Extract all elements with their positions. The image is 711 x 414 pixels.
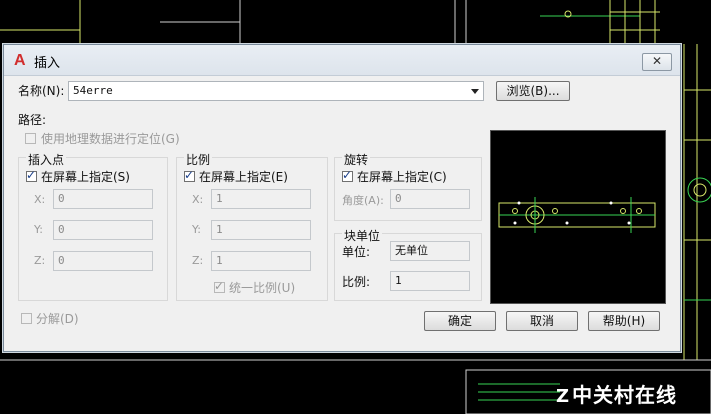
insertion-y-input[interactable]: 0 [53, 220, 153, 240]
block-name-combobox[interactable]: 54erre [68, 81, 484, 101]
help-button[interactable]: 帮助(H) [588, 311, 660, 331]
unit-value: 无单位 [390, 241, 470, 261]
rotation-specify-label: 在屏幕上指定(C) [357, 170, 447, 184]
cancel-button[interactable]: 取消 [506, 311, 578, 331]
insertion-specify-checkbox[interactable] [26, 168, 37, 182]
chevron-down-icon[interactable] [471, 89, 479, 94]
geo-location-label: 使用地理数据进行定位(G) [41, 132, 180, 146]
ok-button[interactable]: 确定 [424, 311, 496, 331]
rotation-angle-label: 角度(A): [342, 194, 384, 207]
scale-x-input[interactable]: 1 [211, 189, 311, 209]
explode-checkbox[interactable] [21, 313, 32, 324]
dialog-titlebar[interactable]: A 插入 ✕ [4, 45, 680, 76]
rotation-specify-checkbox[interactable] [342, 168, 353, 182]
factor-label: 比例: [342, 275, 371, 289]
geo-location-checkbox[interactable] [25, 133, 36, 144]
scale-z-input[interactable]: 1 [211, 251, 311, 271]
scale-z-label: Z: [192, 254, 204, 267]
insertion-specify-label: 在屏幕上指定(S) [41, 170, 130, 184]
rotation-angle-input[interactable]: 0 [390, 189, 470, 209]
insertion-x-input[interactable]: 0 [53, 189, 153, 209]
block-preview [490, 130, 666, 304]
scale-y-label: Y: [192, 223, 201, 236]
explode-label: 分解(D) [36, 312, 79, 326]
insertion-z-input[interactable]: 0 [53, 251, 153, 271]
rotation-title: 旋转 [342, 151, 371, 168]
block-name-value: 54erre [73, 84, 113, 97]
scale-specify-label: 在屏幕上指定(E) [199, 170, 288, 184]
insert-dialog: A 插入 ✕ 名称(N): 54erre 浏览(B)... 路径: 使用地理数据… [3, 44, 681, 352]
watermark-text: 中关村在线 [572, 383, 678, 407]
uniform-scale-checkbox[interactable] [214, 279, 225, 293]
unit-label: 单位: [342, 245, 371, 259]
browse-button[interactable]: 浏览(B)... [496, 81, 570, 101]
uniform-scale-label: 统一比例(U) [229, 281, 296, 295]
dialog-title: 插入 [34, 56, 61, 71]
insertion-x-label: X: [34, 193, 46, 206]
close-button[interactable]: ✕ [642, 53, 672, 71]
name-label: 名称(N): [18, 84, 65, 98]
path-label: 路径: [18, 113, 47, 127]
watermark-logo-icon: Z [556, 386, 571, 407]
insertion-point-title: 插入点 [26, 151, 67, 168]
factor-value: 1 [390, 271, 470, 291]
insertion-z-label: Z: [34, 254, 46, 267]
scale-specify-checkbox[interactable] [184, 168, 195, 182]
watermark: Z 中关村在线 [556, 379, 677, 408]
scale-y-input[interactable]: 1 [211, 220, 311, 240]
autocad-logo-icon: A [14, 52, 26, 69]
block-unit-title: 块单位 [342, 227, 383, 244]
scale-title: 比例 [184, 151, 213, 168]
scale-x-label: X: [192, 193, 204, 206]
insertion-y-label: Y: [34, 223, 43, 236]
